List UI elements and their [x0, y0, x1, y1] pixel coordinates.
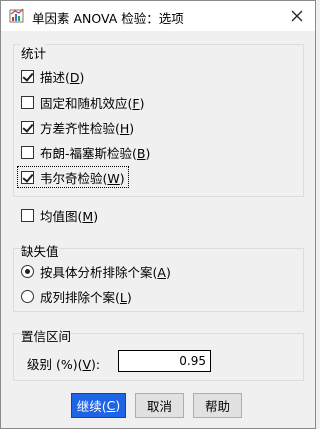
window-title: 单因素 ANOVA 检验：选项 [32, 11, 184, 26]
welch-test-checkbox[interactable]: 韦尔奇检验(W) [21, 168, 125, 187]
exclude-listwise-label: 成列排除个案(L) [40, 290, 132, 305]
help-button[interactable]: 帮助 [193, 393, 242, 418]
fixed-random-effects-checkbox[interactable]: 固定和随机效应(F) [21, 93, 144, 112]
app-icon [9, 8, 25, 24]
exclude-listwise-radio[interactable]: 成列排除个案(L) [21, 287, 132, 306]
confidence-interval-group-title: 置信区间 [21, 326, 72, 345]
fixed-random-effects-checkbox-box[interactable] [21, 96, 34, 109]
brown-forsythe-checkbox-box[interactable] [21, 146, 34, 159]
welch-test-checkbox-box[interactable] [21, 171, 34, 184]
means-plot-label: 均值图(M) [40, 209, 99, 224]
confidence-level-input[interactable] [118, 350, 211, 372]
cancel-button[interactable]: 取消 [135, 393, 184, 418]
fixed-random-effects-label: 固定和随机效应(F) [40, 96, 145, 111]
statistics-group-title: 统计 [21, 43, 47, 62]
exclude-listwise-radio-dot[interactable] [21, 290, 34, 303]
means-plot-checkbox[interactable]: 均值图(M) [21, 206, 98, 225]
missing-values-group-title: 缺失值 [21, 241, 59, 260]
homogeneity-test-checkbox-box[interactable] [21, 121, 34, 134]
descriptive-checkbox[interactable]: 描述(D) [21, 67, 84, 86]
options-dialog: 单因素 ANOVA 检验：选项 统计 描述(D) 固定和随机效应(F) 方差齐性… [0, 0, 316, 429]
descriptive-label: 描述(D) [40, 70, 85, 85]
brown-forsythe-checkbox[interactable]: 布朗-福塞斯检验(B) [21, 143, 150, 162]
brown-forsythe-label: 布朗-福塞斯检验(B) [40, 146, 151, 161]
exclude-analysis-by-analysis-label: 按具体分析排除个案(A) [40, 265, 171, 280]
means-plot-checkbox-box[interactable] [21, 209, 34, 222]
exclude-analysis-by-analysis-radio[interactable]: 按具体分析排除个案(A) [21, 262, 171, 281]
homogeneity-test-label: 方差齐性检验(H) [40, 121, 135, 136]
exclude-analysis-by-analysis-radio-dot[interactable] [21, 265, 34, 278]
descriptive-checkbox-box[interactable] [21, 70, 34, 83]
confidence-level-label: 级别 (%)(V): [27, 357, 101, 372]
title-bar: 单因素 ANOVA 检验：选项 [1, 1, 315, 31]
homogeneity-test-checkbox[interactable]: 方差齐性检验(H) [21, 118, 134, 137]
continue-button[interactable]: 继续(C) [71, 393, 126, 418]
welch-test-label: 韦尔奇检验(W) [40, 171, 125, 186]
close-icon[interactable] [287, 6, 307, 26]
